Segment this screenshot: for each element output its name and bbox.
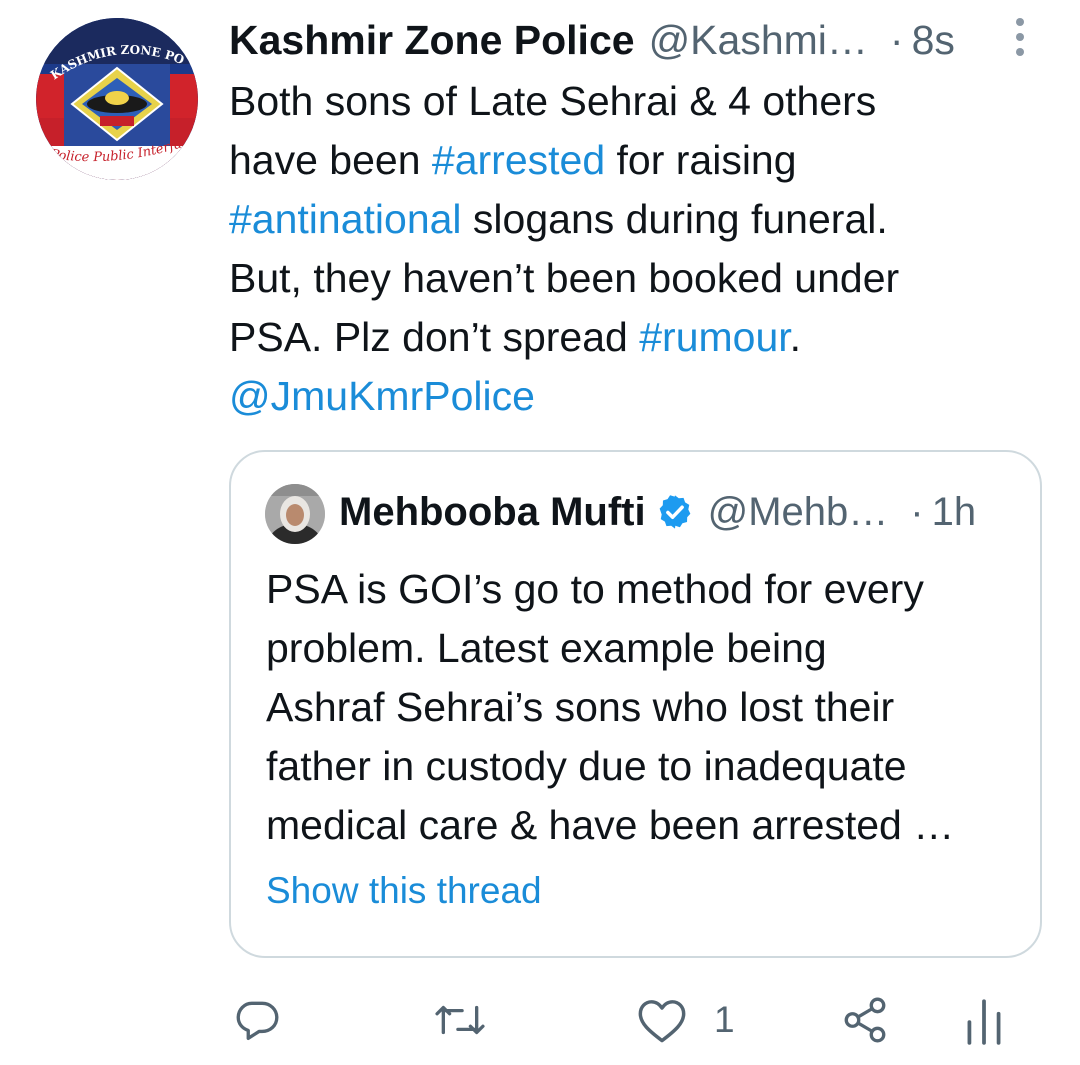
hashtag-link[interactable]: #arrested bbox=[432, 137, 605, 183]
analytics-icon bbox=[967, 999, 1001, 1045]
reply-icon bbox=[236, 1001, 279, 1040]
separator-dot: · bbox=[910, 489, 924, 534]
quoted-tweet-card[interactable]: Mehbooba Mufti @Mehb… · 1h PSA is GOI’s … bbox=[229, 450, 1042, 958]
tweet-text-line: Both sons of Late Sehrai & 4 others bbox=[229, 72, 1019, 131]
tweet-text-segment: Both sons of Late Sehrai & 4 others bbox=[229, 78, 877, 124]
tweet-text-segment: for raising bbox=[605, 137, 797, 183]
tweet-time[interactable]: 8s bbox=[912, 17, 955, 64]
author-handle[interactable]: @Kashmi… bbox=[649, 17, 868, 64]
like-count: 1 bbox=[714, 999, 735, 1040]
kashmir-zone-police-logo-icon: KASHMIR ZONE POLICE MEDIA CENTRE Police … bbox=[36, 18, 198, 180]
separator-dot: · bbox=[889, 16, 904, 63]
like-button[interactable]: 1 bbox=[636, 990, 735, 1050]
quoted-author-name[interactable]: Mehbooba Mufti bbox=[339, 490, 646, 535]
share-button[interactable] bbox=[840, 990, 890, 1050]
quoted-text-line: father in custody due to inadequate bbox=[266, 743, 907, 789]
quoted-tweet-time[interactable]: 1h bbox=[932, 490, 977, 535]
heart-icon bbox=[638, 1000, 686, 1043]
analytics-button[interactable] bbox=[962, 990, 1006, 1050]
tweet-text-line: But, they haven’t been booked under bbox=[229, 249, 1019, 308]
hashtag-link[interactable]: #antinational bbox=[229, 196, 462, 242]
quoted-text-line: Ashraf Sehrai’s sons who lost their bbox=[266, 684, 895, 730]
tweet-text-line: #antinational slogans during funeral. bbox=[229, 190, 1019, 249]
author-name[interactable]: Kashmir Zone Police bbox=[229, 17, 635, 64]
retweet-button[interactable] bbox=[432, 990, 488, 1050]
tweet-text-line: @JmuKmrPolice bbox=[229, 367, 1019, 426]
quoted-author-avatar[interactable] bbox=[265, 484, 325, 544]
tweet-action-bar: 1 bbox=[0, 990, 1080, 1050]
author-avatar[interactable]: KASHMIR ZONE POLICE MEDIA CENTRE Police … bbox=[36, 18, 198, 180]
tweet-text: Both sons of Late Sehrai & 4 others have … bbox=[229, 72, 1019, 426]
show-thread-link[interactable]: Show this thread bbox=[266, 870, 542, 912]
tweet-text-segment: slogans during funeral. bbox=[461, 196, 888, 242]
more-options-icon[interactable] bbox=[1010, 18, 1030, 62]
share-icon bbox=[844, 997, 886, 1043]
tweet-text-line: have been #arrested for raising bbox=[229, 131, 1019, 190]
retweet-icon bbox=[435, 1005, 485, 1035]
mention-link[interactable]: @JmuKmrPolice bbox=[229, 373, 535, 419]
quoted-text-line: PSA is GOI’s go to method for every bbox=[266, 566, 924, 612]
tweet-text-segment: have been bbox=[229, 137, 432, 183]
quoted-author-handle[interactable]: @Mehb… bbox=[708, 490, 889, 535]
tweet-text-segment: But, they haven’t been booked under bbox=[229, 255, 900, 301]
quoted-text-line: problem. Latest example being bbox=[266, 625, 827, 671]
tweet-text-segment: . bbox=[789, 314, 802, 360]
tweet-text-segment: PSA. Plz don’t spread bbox=[229, 314, 640, 360]
quoted-text-line: medical care & have been arrested … bbox=[266, 802, 955, 848]
quoted-tweet-header: Mehbooba Mufti @Mehb… · 1h bbox=[339, 482, 976, 542]
verified-badge-icon bbox=[659, 495, 690, 529]
tweet-header: Kashmir Zone Police @Kashmi… · 8s bbox=[229, 12, 1029, 68]
reply-button[interactable] bbox=[232, 990, 282, 1050]
person-avatar-icon bbox=[265, 484, 325, 544]
tweet-text-line: PSA. Plz don’t spread #rumour. bbox=[229, 308, 1019, 367]
hashtag-link[interactable]: #rumour bbox=[639, 314, 789, 360]
quoted-tweet-text: PSA is GOI’s go to method for every prob… bbox=[266, 560, 1026, 855]
